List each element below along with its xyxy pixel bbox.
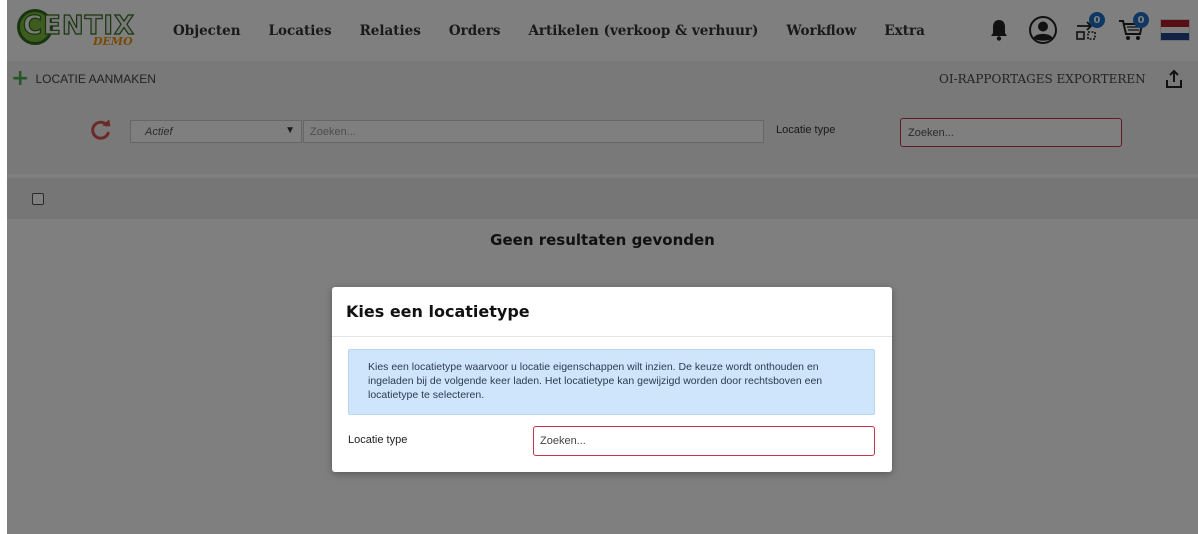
dialog-location-type-input[interactable]: Zoeken... (533, 426, 875, 456)
info-text-line-1: Kies een locatietype waarvoor u locatie … (368, 361, 819, 373)
left-edge-strip (0, 0, 7, 534)
dialog-location-type-label: Locatie type (348, 434, 408, 446)
info-text-line-3: locatietype te selecteren. (368, 389, 485, 401)
info-alert: Kies een locatietype waarvoor u locatie … (348, 349, 875, 415)
choose-location-type-dialog: Kies een locatietype Kies een locatietyp… (332, 287, 892, 472)
info-text-line-2: ingeladen bij de volgende keer laden. He… (368, 375, 823, 387)
dialog-title: Kies een locatietype (346, 302, 530, 321)
dialog-header: Kies een locatietype (332, 287, 892, 337)
